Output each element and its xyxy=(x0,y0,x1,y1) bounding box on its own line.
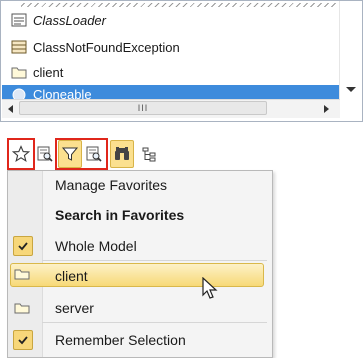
whole-model-check xyxy=(13,236,33,256)
tree-item-label: ClassNotFoundException xyxy=(33,39,180,55)
folder-icon xyxy=(14,269,30,280)
interface-icon xyxy=(11,87,27,99)
remember-selection-check xyxy=(13,330,33,350)
folder-icon xyxy=(14,303,30,314)
tree-expand-icon xyxy=(142,147,156,162)
menu-item-whole-model[interactable]: Whole Model xyxy=(55,238,137,254)
vertical-scrollbar[interactable] xyxy=(339,1,362,101)
tree-item-classnotfoundexception[interactable]: ClassNotFoundException xyxy=(11,36,180,58)
binoculars-icon xyxy=(115,147,129,160)
tree-expand-button[interactable] xyxy=(137,140,161,168)
model-tree-panel[interactable]: ClassLoader ClassNotFoundException clien… xyxy=(0,0,363,122)
scroll-left-arrow-icon xyxy=(8,105,13,113)
menu-item-client-highlight[interactable] xyxy=(10,263,264,287)
tree-top-divider xyxy=(21,3,338,7)
checkmark-icon xyxy=(18,336,28,345)
filter-group-highlight-outline xyxy=(55,138,108,170)
tree-item-label: Cloneable xyxy=(33,87,92,99)
tree-item-client[interactable]: client xyxy=(11,61,63,83)
checkmark-icon xyxy=(18,242,28,251)
folder-icon xyxy=(11,65,27,79)
class-icon xyxy=(11,40,27,54)
menu-item-remember-selection[interactable]: Remember Selection xyxy=(55,332,186,348)
menu-separator xyxy=(42,322,267,323)
tree-item-cloneable[interactable]: Cloneable xyxy=(2,85,340,99)
menu-item-manage-favorites[interactable]: Manage Favorites xyxy=(55,177,167,193)
menu-item-server[interactable]: server xyxy=(55,300,94,316)
scroll-right-arrow-icon xyxy=(324,105,329,113)
interface-icon xyxy=(11,13,27,27)
menu-item-client[interactable]: client xyxy=(55,268,88,284)
favorites-highlight-outline xyxy=(7,138,35,170)
tree-item-classloader[interactable]: ClassLoader xyxy=(11,9,106,31)
menu-separator xyxy=(42,260,267,261)
search-model-button[interactable] xyxy=(33,140,57,168)
scroll-down-arrow-icon xyxy=(346,87,356,92)
scroll-thumb-grip: III xyxy=(137,103,149,113)
tree-item-label: client xyxy=(33,64,64,80)
binoculars-button[interactable] xyxy=(110,140,134,168)
search-model-icon xyxy=(37,146,53,162)
menu-item-search-in-favorites[interactable]: Search in Favorites xyxy=(55,207,184,223)
horizontal-scroll-thumb[interactable]: III xyxy=(19,101,267,115)
mouse-pointer-icon xyxy=(202,277,218,299)
tree-item-label: ClassLoader xyxy=(33,12,106,28)
